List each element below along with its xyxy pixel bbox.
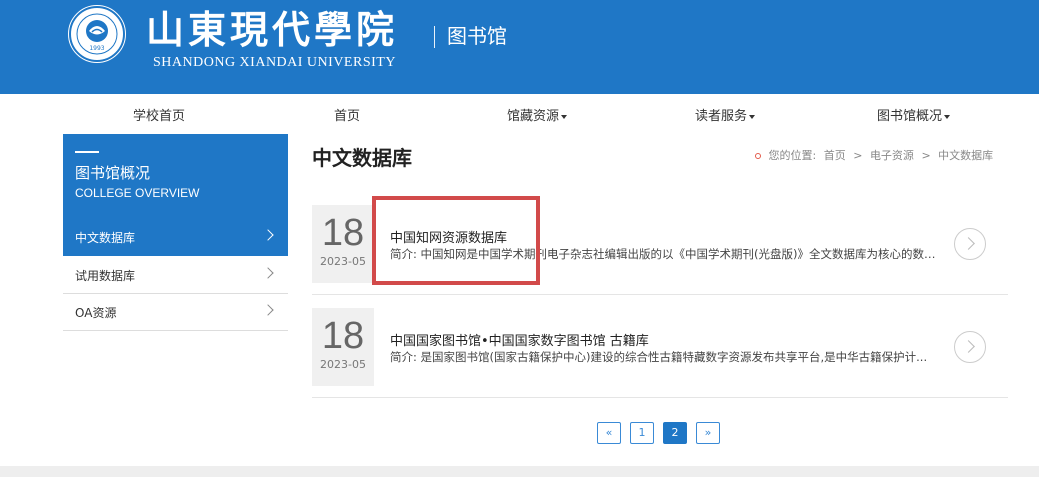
nav-label: 首页	[334, 109, 361, 124]
breadcrumb-home[interactable]: 首页	[824, 149, 846, 162]
breadcrumb-electronic-resources[interactable]: 电子资源	[870, 149, 914, 162]
sidebar-item-oa-resources[interactable]: OA资源	[63, 293, 288, 331]
sidebar-header: 图书馆概况 COLLEGE OVERVIEW	[63, 134, 288, 218]
pagination-next-button[interactable]: »	[696, 422, 720, 444]
main-nav: 学校首页 首页 馆藏资源 读者服务 图书馆概况	[0, 94, 1039, 134]
breadcrumb-separator: >	[921, 149, 931, 162]
circle-arrow-right-icon[interactable]	[954, 228, 986, 260]
nav-item-home[interactable]: 首页	[334, 105, 360, 124]
breadcrumb-prefix: 您的位置:	[768, 149, 817, 162]
date-box: 18 2023-05	[312, 205, 374, 283]
nav-label: 学校首页	[133, 109, 186, 124]
chevron-right-icon	[262, 229, 274, 241]
entry-description: 简介: 是国家图书馆(国家古籍保护中心)建设的综合性古籍特藏数字资源发布共享平台…	[390, 350, 928, 364]
nav-item-collection[interactable]: 馆藏资源	[507, 105, 568, 124]
breadcrumb-current[interactable]: 中文数据库	[938, 149, 993, 162]
breadcrumb-separator: >	[853, 149, 863, 162]
chevron-right-icon	[262, 267, 274, 279]
date-year-month: 2023-05	[320, 358, 366, 371]
breadcrumb: 您的位置: 首页 > 电子资源 > 中文数据库	[755, 147, 997, 163]
caret-down-icon	[561, 114, 568, 119]
sidebar-item-trial-databases[interactable]: 试用数据库	[63, 256, 288, 294]
sidebar-item-label: 试用数据库	[75, 269, 136, 283]
circle-arrow-right-icon[interactable]	[954, 331, 986, 363]
seal-emblem-icon: 1993	[69, 6, 125, 62]
nav-item-library-overview[interactable]: 图书馆概况	[877, 105, 951, 124]
university-seal-logo[interactable]: 1993	[66, 3, 128, 65]
location-dot-icon	[755, 153, 761, 159]
sidebar-item-label: OA资源	[75, 306, 117, 320]
nav-label: 馆藏资源	[507, 109, 560, 124]
caret-down-icon	[944, 114, 951, 119]
chevron-right-icon	[262, 304, 274, 316]
sidebar-title: 图书馆概况	[75, 164, 151, 182]
entry-title-link[interactable]: 中国国家图书馆•中国国家数字图书馆 古籍库	[390, 330, 649, 349]
sidebar-accent-line	[75, 151, 99, 153]
site-header: 1993 山東現代學院 SHANDONG XIANDAI UNIVERSITY …	[0, 0, 1039, 94]
nav-item-reader-services[interactable]: 读者服务	[695, 105, 756, 124]
university-name-cn[interactable]: 山東現代學院	[146, 8, 398, 52]
sidebar-item-chinese-databases[interactable]: 中文数据库	[63, 218, 288, 256]
date-day: 18	[321, 315, 365, 357]
highlight-box	[372, 196, 540, 285]
sidebar-item-label: 中文数据库	[75, 231, 136, 245]
nav-label: 读者服务	[695, 109, 748, 124]
library-title[interactable]: 图书馆	[447, 22, 507, 50]
date-year-month: 2023-05	[320, 255, 366, 268]
caret-down-icon	[749, 114, 756, 119]
pagination-page-2[interactable]: 2	[663, 422, 687, 444]
nav-label: 图书馆概况	[877, 109, 943, 124]
page-title: 中文数据库	[312, 146, 412, 170]
footer-bar	[0, 466, 1039, 477]
seal-year-text: 1993	[89, 45, 104, 52]
date-box: 18 2023-05	[312, 308, 374, 386]
date-day: 18	[321, 212, 365, 254]
header-divider	[434, 26, 435, 48]
sidebar-subtitle: COLLEGE OVERVIEW	[75, 186, 200, 200]
pagination-page-1[interactable]: 1	[630, 422, 654, 444]
pagination-prev-button[interactable]: «	[597, 422, 621, 444]
university-name-en[interactable]: SHANDONG XIANDAI UNIVERSITY	[153, 55, 396, 71]
nav-item-school-home[interactable]: 学校首页	[133, 105, 185, 124]
list-item[interactable]: 18 2023-05 中国国家图书馆•中国国家数字图书馆 古籍库 简介: 是国家…	[312, 308, 1008, 398]
